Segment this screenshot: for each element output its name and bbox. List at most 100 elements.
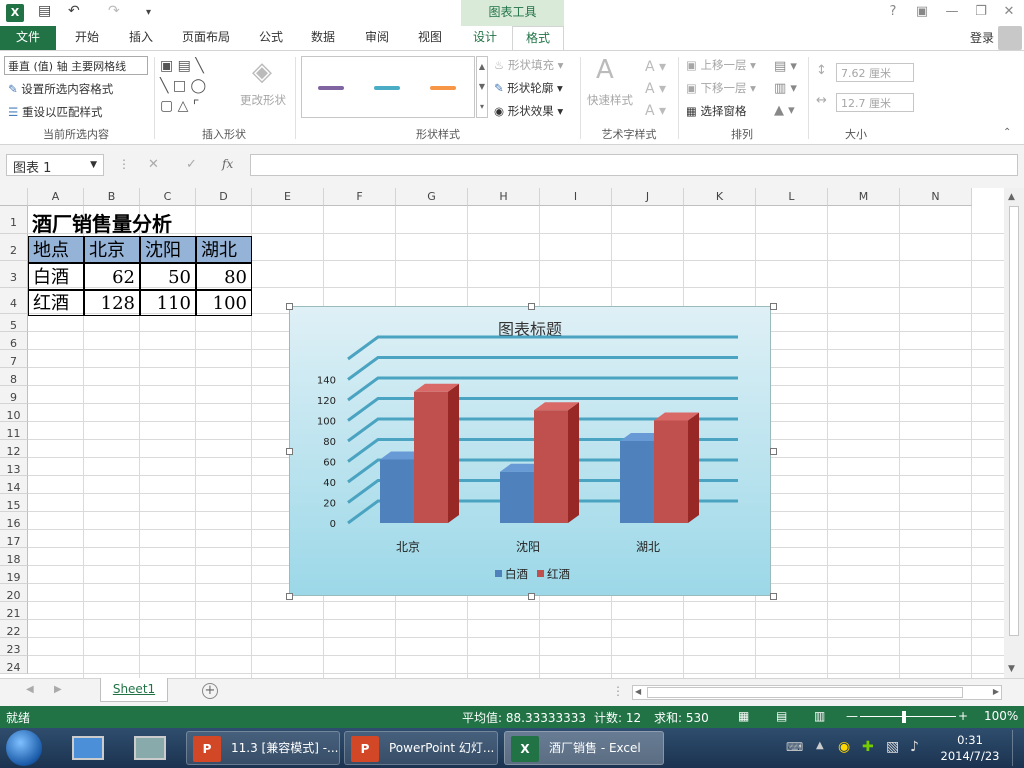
- legend-entry[interactable]: 红酒: [547, 567, 570, 581]
- row-header[interactable]: 13: [0, 458, 28, 476]
- row-header[interactable]: 5: [0, 314, 28, 332]
- row-header[interactable]: 24: [0, 656, 28, 674]
- table-cell[interactable]: 128: [84, 290, 140, 316]
- table-cell[interactable]: 50: [140, 263, 196, 290]
- text-fill-outline-effect-icons[interactable]: A ▾ A ▾ A ▾: [645, 56, 666, 122]
- zoom-level[interactable]: 100%: [984, 709, 1018, 723]
- resize-handle[interactable]: [286, 448, 293, 455]
- row-header[interactable]: 23: [0, 638, 28, 656]
- table-cell[interactable]: 110: [140, 290, 196, 316]
- redo-icon[interactable]: ↷: [108, 3, 120, 19]
- sheet-tab-sheet1[interactable]: Sheet1: [100, 678, 168, 702]
- row-header[interactable]: 1: [0, 206, 28, 234]
- avatar[interactable]: [998, 26, 1022, 50]
- resize-handle[interactable]: [770, 448, 777, 455]
- tab-file[interactable]: 文件: [0, 26, 56, 50]
- restore-icon[interactable]: ❐: [972, 4, 990, 19]
- taskbar-item-powerpoint-1[interactable]: P 11.3 [兼容模式] -...: [186, 731, 340, 765]
- undo-icon[interactable]: ↶: [68, 3, 80, 19]
- tab-home[interactable]: 开始: [62, 26, 112, 50]
- page-break-view-icon[interactable]: ▥: [814, 709, 825, 723]
- row-header[interactable]: 9: [0, 386, 28, 404]
- shape-style-swatch[interactable]: [430, 86, 456, 90]
- collapse-ribbon-icon[interactable]: ⌃: [1003, 127, 1011, 138]
- row-header[interactable]: 10: [0, 404, 28, 422]
- tray-plus-icon[interactable]: ✚: [862, 739, 874, 755]
- taskbar-item-excel[interactable]: X 酒厂销售 - Excel: [504, 731, 664, 765]
- reset-style-button[interactable]: ☰ 重设以匹配样式: [8, 104, 102, 120]
- help-icon[interactable]: ?: [884, 4, 902, 19]
- gallery-scroll[interactable]: ▲ ▼ ▾: [476, 56, 488, 118]
- desktop-icon[interactable]: [72, 736, 104, 760]
- resize-handle[interactable]: [286, 303, 293, 310]
- table-header-cell[interactable]: 沈阳: [140, 236, 196, 263]
- select-all-corner[interactable]: [0, 188, 28, 206]
- row-header[interactable]: 21: [0, 602, 28, 620]
- customize-qat-icon[interactable]: ▾: [146, 7, 151, 18]
- enter-icon[interactable]: ✓: [186, 157, 197, 172]
- ribbon-display-icon[interactable]: ▣: [913, 4, 931, 19]
- start-button-icon[interactable]: [6, 730, 42, 766]
- row-header[interactable]: 4: [0, 288, 28, 314]
- zoom-slider-thumb[interactable]: [902, 711, 906, 723]
- scroll-right-icon[interactable]: ▶: [993, 687, 999, 696]
- row-header[interactable]: 18: [0, 548, 28, 566]
- bar-白酒[interactable]: [380, 459, 414, 523]
- bar-白酒[interactable]: [500, 471, 534, 523]
- show-desktop-button[interactable]: [1012, 730, 1022, 766]
- change-shape-button[interactable]: 更改形状: [240, 92, 286, 108]
- row-header[interactable]: 2: [0, 234, 28, 261]
- vertical-scrollbar[interactable]: ▲ ▼: [1004, 188, 1024, 678]
- row-header[interactable]: 17: [0, 530, 28, 548]
- table-header-cell[interactable]: 湖北: [196, 236, 252, 263]
- bar-红酒[interactable]: [534, 410, 568, 523]
- save-icon[interactable]: ▤: [38, 3, 51, 19]
- prev-sheet-icon[interactable]: ◀: [26, 684, 34, 695]
- tab-formulas[interactable]: 公式: [246, 26, 296, 50]
- column-header[interactable]: H: [468, 188, 540, 206]
- shape-fill-button[interactable]: ♨ 形状填充 ▾: [494, 57, 563, 73]
- shape-outline-button[interactable]: ✎ 形状轮廓 ▾: [494, 80, 563, 96]
- row-header[interactable]: 19: [0, 566, 28, 584]
- zoom-out-icon[interactable]: —: [846, 709, 858, 723]
- table-cell[interactable]: 红酒: [28, 290, 84, 316]
- legend-entry[interactable]: 白酒: [505, 567, 528, 581]
- row-header[interactable]: 15: [0, 494, 28, 512]
- zoom-slider[interactable]: [860, 716, 956, 717]
- tab-design[interactable]: 设计: [461, 26, 509, 50]
- embedded-chart[interactable]: 图表标题 0 20 40 60 80 100 120 140 北京 沈阳 湖北 白酒 红酒: [289, 306, 771, 596]
- horizontal-scrollbar[interactable]: ◀ ▶: [632, 685, 1002, 700]
- next-sheet-icon[interactable]: ▶: [54, 684, 62, 695]
- zoom-in-icon[interactable]: +: [958, 709, 968, 723]
- name-box[interactable]: 图表 1 ▼: [6, 154, 104, 176]
- column-header[interactable]: I: [540, 188, 612, 206]
- resize-handle[interactable]: [770, 593, 777, 600]
- row-header[interactable]: 7: [0, 350, 28, 368]
- shapes-gallery[interactable]: ▣ ▤ ╲ ╲ □ ◯ ▢ △ ⌜: [160, 56, 235, 118]
- tab-page-layout[interactable]: 页面布局: [172, 26, 240, 50]
- selection-pane-button[interactable]: ▦ 选择窗格: [686, 103, 747, 119]
- clock[interactable]: 0:31 2014/7/23: [938, 732, 1002, 764]
- row-header[interactable]: 22: [0, 620, 28, 638]
- row-header[interactable]: 11: [0, 422, 28, 440]
- tab-review[interactable]: 审阅: [352, 26, 402, 50]
- bar-红酒[interactable]: [414, 391, 448, 523]
- formula-input[interactable]: [250, 154, 1018, 176]
- column-header[interactable]: G: [396, 188, 468, 206]
- shape-style-swatch[interactable]: [318, 86, 344, 90]
- table-header-cell[interactable]: 北京: [84, 236, 140, 263]
- table-cell[interactable]: 100: [196, 290, 252, 316]
- row-header[interactable]: 3: [0, 261, 28, 288]
- row-header[interactable]: 16: [0, 512, 28, 530]
- row-header[interactable]: 12: [0, 440, 28, 458]
- insert-function-button[interactable]: fx: [222, 157, 233, 171]
- bar-白酒[interactable]: [620, 441, 654, 523]
- taskbar-item-powerpoint-2[interactable]: P PowerPoint 幻灯...: [344, 731, 498, 765]
- tab-data[interactable]: 数据: [298, 26, 348, 50]
- tab-insert[interactable]: 插入: [116, 26, 166, 50]
- tray-app-icon[interactable]: ◉: [838, 739, 850, 755]
- table-cell[interactable]: 80: [196, 263, 252, 290]
- resize-handle[interactable]: [528, 593, 535, 600]
- column-header[interactable]: F: [324, 188, 396, 206]
- table-header-cell[interactable]: 地点: [28, 236, 84, 263]
